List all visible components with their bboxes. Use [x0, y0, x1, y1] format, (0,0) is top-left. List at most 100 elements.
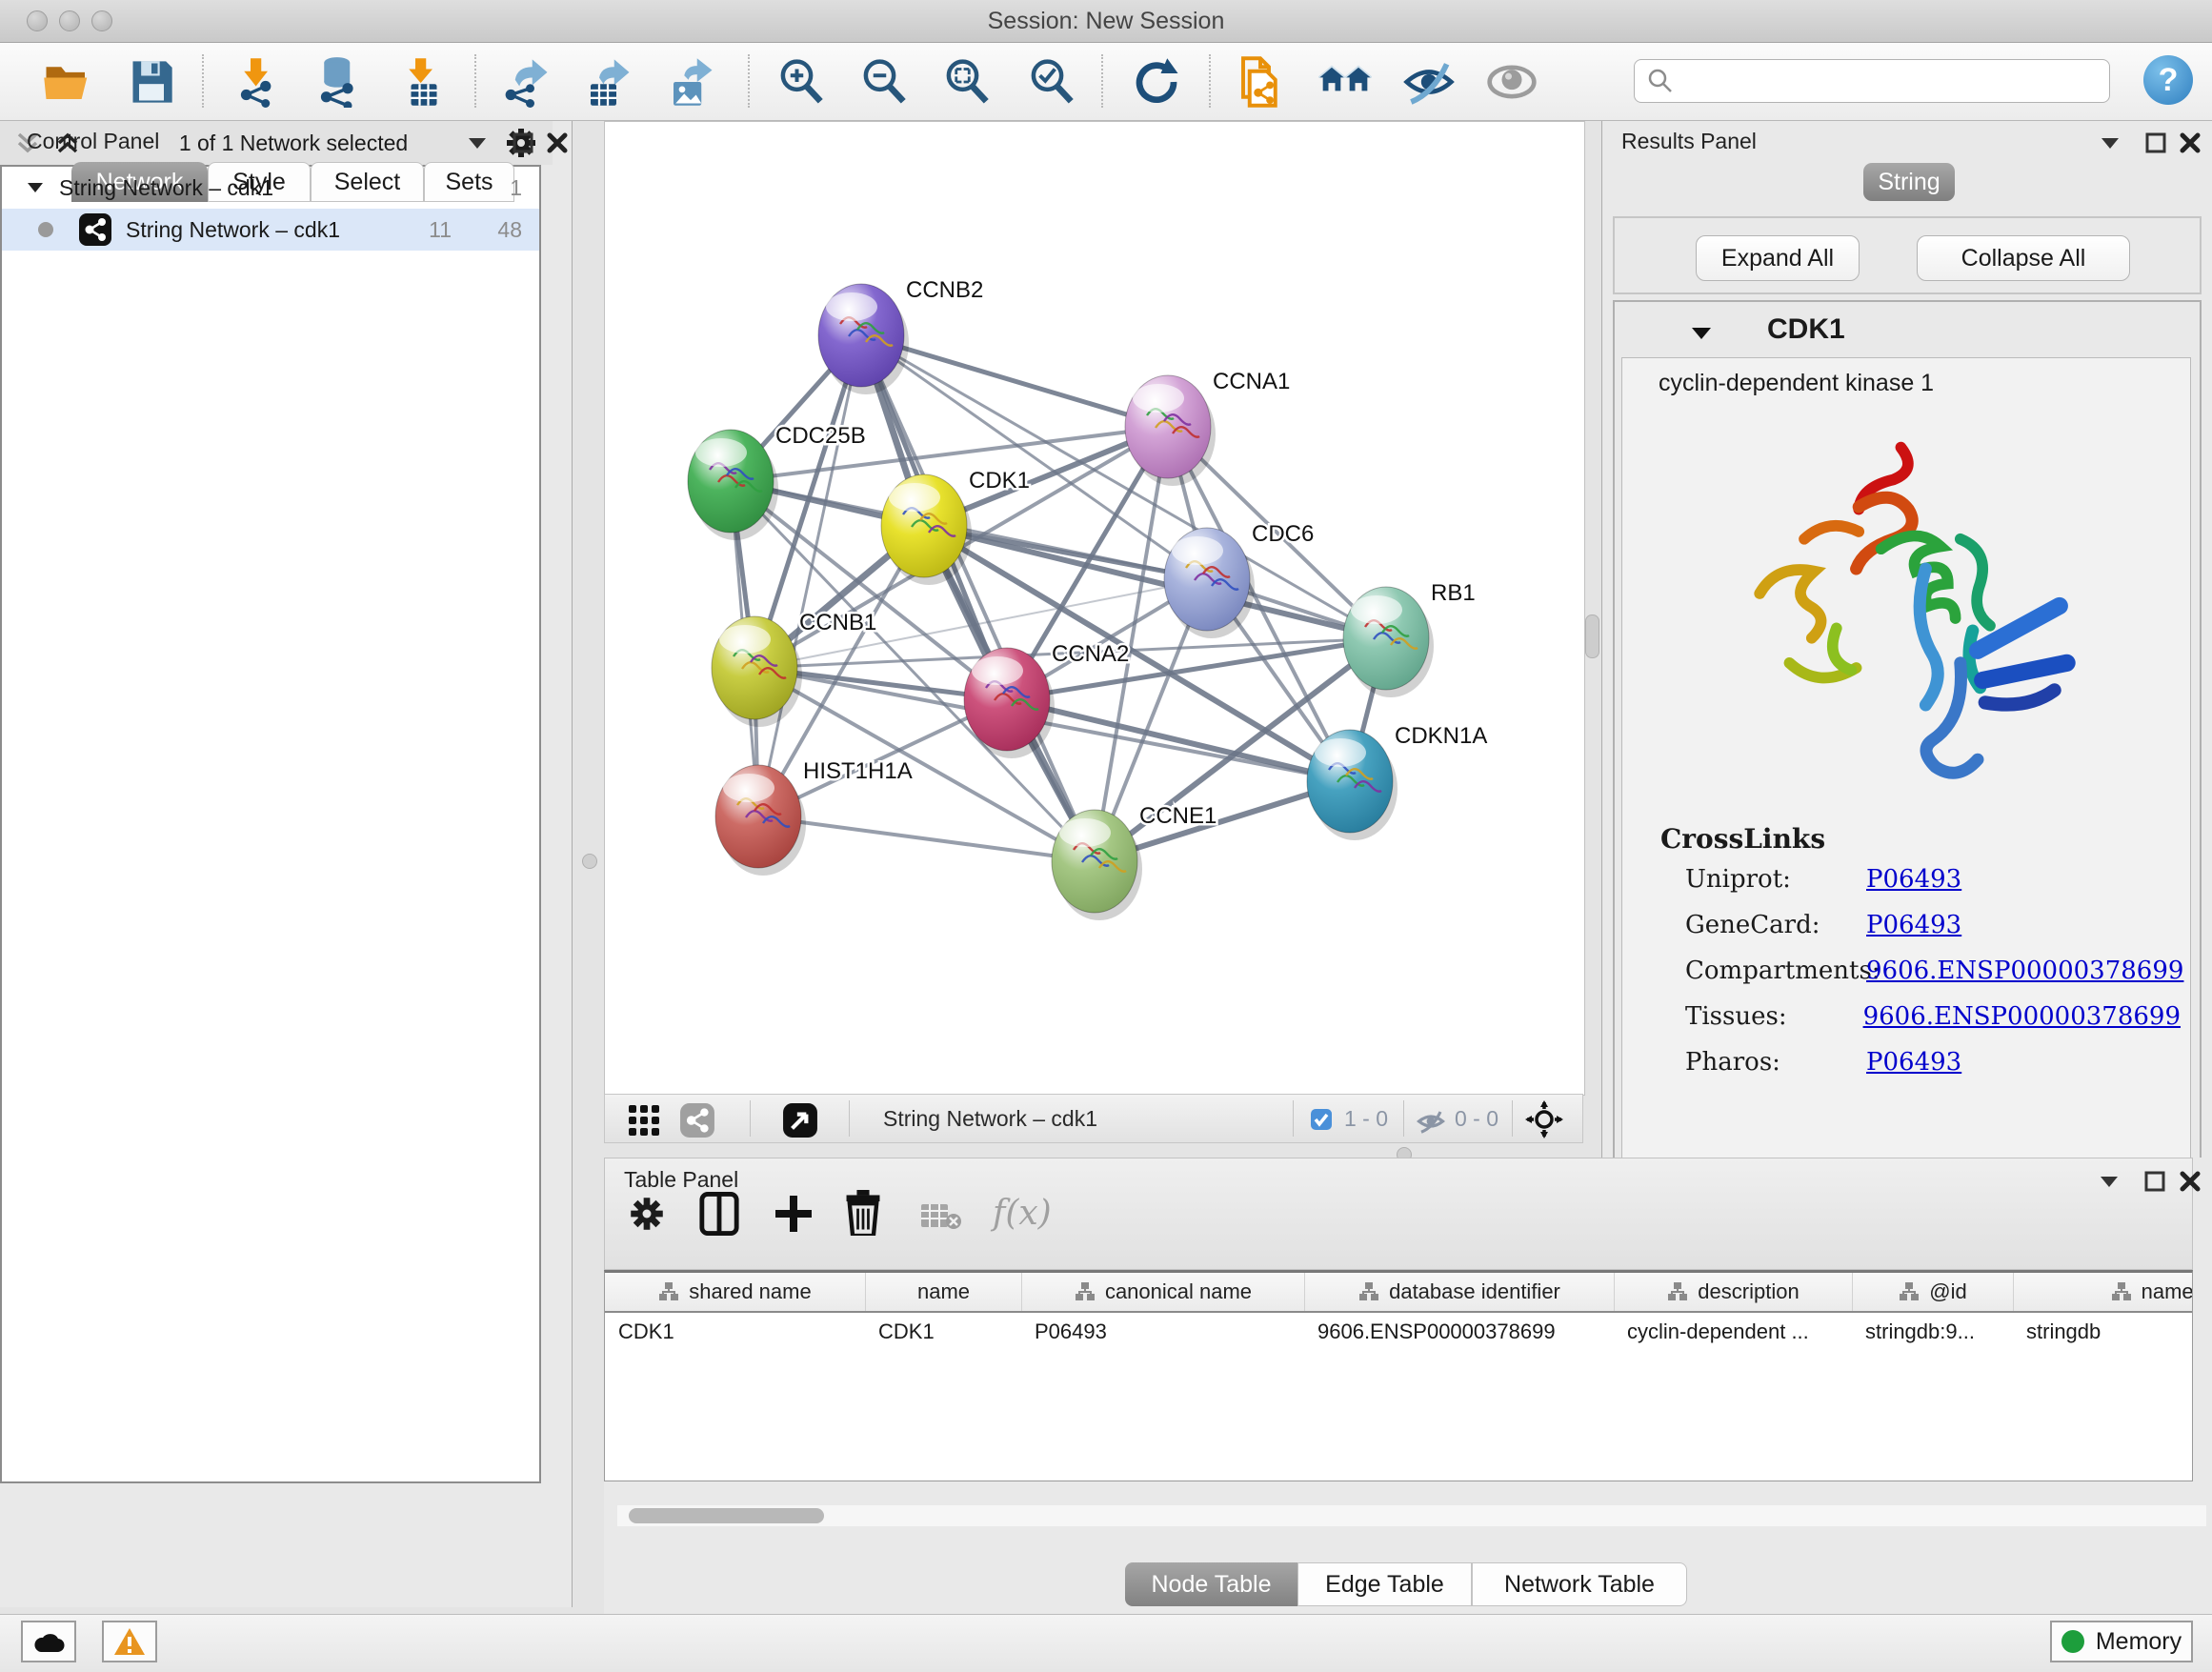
panel-menu-icon[interactable]: [2097, 1169, 2122, 1194]
table-row[interactable]: CDK1CDK1P064939606.ENSP00000378699cyclin…: [605, 1313, 2192, 1351]
reset-layout-button[interactable]: [1317, 54, 1373, 110]
network-node-rb1[interactable]: RB1: [1343, 580, 1476, 697]
network-node-ccna1[interactable]: CCNA1: [1125, 369, 1290, 486]
selected-checkbox-icon[interactable]: [1310, 1108, 1333, 1131]
table-cell[interactable]: 9606.ENSP00000378699: [1304, 1319, 1614, 1344]
import-database-button[interactable]: [312, 54, 367, 110]
export-image-button[interactable]: [663, 54, 718, 110]
network-node-ccne1[interactable]: CCNE1: [1052, 803, 1217, 920]
detach-view-icon[interactable]: [782, 1102, 818, 1138]
column-header[interactable]: database identifier: [1304, 1273, 1614, 1311]
node-label: RB1: [1431, 580, 1476, 606]
table-cell[interactable]: stringdb: [2013, 1319, 2193, 1344]
panel-menu-icon[interactable]: [465, 131, 490, 155]
table-cell[interactable]: P06493: [1021, 1319, 1304, 1344]
node-count: 11: [429, 217, 452, 243]
tab-node-table[interactable]: Node Table: [1125, 1562, 1297, 1606]
separator: [1512, 1100, 1513, 1137]
network-node-cdc25b[interactable]: CDC25B: [688, 423, 866, 540]
save-session-button[interactable]: [124, 54, 179, 110]
network-row-selected[interactable]: String Network – cdk1 11 48: [2, 209, 539, 251]
open-session-button[interactable]: [40, 54, 95, 110]
table-hscrollbar-thumb[interactable]: [629, 1508, 824, 1523]
network-canvas[interactable]: CCNB2 CCNA1 CDC25BCDK1 CDC6 RB1 CCNB1 CCNA2 CDK…: [604, 121, 1585, 1096]
table-settings-gear-icon[interactable]: [629, 1196, 665, 1232]
network-edge[interactable]: [758, 335, 861, 816]
network-share-icon: [78, 212, 112, 247]
panel-float-icon[interactable]: [2142, 1169, 2167, 1194]
crosslink-link[interactable]: P06493: [1866, 865, 1961, 894]
panel-float-icon[interactable]: [2143, 131, 2168, 155]
import-network-button[interactable]: [231, 54, 287, 110]
panel-close-icon[interactable]: [2178, 1169, 2202, 1194]
panel-float-icon[interactable]: [511, 131, 535, 155]
network-collection-row[interactable]: String Network – cdk1 1: [2, 167, 539, 209]
crosslink-link[interactable]: P06493: [1866, 911, 1961, 939]
gene-collapse-icon[interactable]: [1689, 321, 1714, 346]
table-hscrollbar[interactable]: [617, 1505, 2206, 1526]
search-field[interactable]: [1634, 59, 2110, 103]
zoom-fit-button[interactable]: [939, 54, 995, 110]
column-header[interactable]: namespace: [2013, 1273, 2193, 1311]
tab-network-table[interactable]: Network Table: [1472, 1562, 1687, 1606]
show-columns-icon[interactable]: [699, 1192, 739, 1236]
help-button[interactable]: ?: [2143, 55, 2193, 105]
network-share-view-icon[interactable]: [679, 1102, 715, 1138]
table-cell[interactable]: CDK1: [865, 1319, 1021, 1344]
column-header[interactable]: shared name: [605, 1273, 865, 1311]
column-header-label: database identifier: [1389, 1279, 1560, 1304]
column-header[interactable]: canonical name: [1021, 1273, 1304, 1311]
network-edge[interactable]: [758, 816, 1095, 861]
zoom-out-button[interactable]: [856, 54, 912, 110]
string-file-button[interactable]: [1233, 54, 1288, 110]
collapse-all-button[interactable]: Collapse All: [1917, 235, 2130, 281]
export-table-button[interactable]: [580, 54, 635, 110]
tab-string[interactable]: String: [1863, 163, 1955, 201]
node-table[interactable]: shared namenamecanonical name database id…: [604, 1270, 2193, 1481]
network-node-ccna2[interactable]: CCNA2: [964, 641, 1129, 758]
eye-slash-icon: [1402, 55, 1456, 109]
panel-close-icon[interactable]: [2178, 131, 2202, 155]
network-node-ccnb1[interactable]: CCNB1: [712, 610, 876, 727]
network-node-hist1h1a[interactable]: HIST1H1A: [715, 758, 913, 876]
network-node-cdc6[interactable]: CDC6: [1164, 521, 1314, 638]
crosslink-link[interactable]: P06493: [1866, 1048, 1961, 1077]
tab-edge-table[interactable]: Edge Table: [1297, 1562, 1472, 1606]
zoom-selected-button[interactable]: [1024, 54, 1079, 110]
column-header[interactable]: description: [1614, 1273, 1852, 1311]
add-column-icon[interactable]: [774, 1194, 814, 1234]
network-node-ccnb2[interactable]: CCNB2: [818, 277, 983, 394]
table-cell[interactable]: cyclin-dependent ...: [1614, 1319, 1852, 1344]
cloud-button[interactable]: [21, 1621, 76, 1662]
fit-crosshair-icon[interactable]: [1525, 1100, 1563, 1138]
network-graph[interactable]: CCNB2 CCNA1 CDC25BCDK1 CDC6 RB1 CCNB1 CCNA2 CDK…: [605, 122, 1584, 1095]
refresh-button[interactable]: [1129, 54, 1184, 110]
panel-menu-icon[interactable]: [2098, 131, 2122, 155]
column-header[interactable]: @id: [1852, 1273, 2013, 1311]
zoom-in-button[interactable]: [774, 54, 829, 110]
delete-table-icon: [920, 1201, 962, 1230]
memory-button[interactable]: Memory: [2050, 1621, 2193, 1662]
crosslink-link[interactable]: 9606.ENSP00000378699: [1866, 957, 2183, 985]
table-cell[interactable]: CDK1: [605, 1319, 865, 1344]
table-toolbar: f(x): [604, 1158, 2193, 1270]
hide-graphics-button[interactable]: [1401, 54, 1457, 110]
tree-expand-icon[interactable]: [25, 177, 46, 198]
show-graphics-button[interactable]: [1484, 54, 1539, 110]
node-label: CCNA1: [1213, 369, 1290, 394]
vertical-splitter-handle[interactable]: [1585, 614, 1599, 658]
column-header[interactable]: name: [865, 1273, 1021, 1311]
grid-view-icon[interactable]: [628, 1104, 660, 1137]
table-cell[interactable]: stringdb:9...: [1852, 1319, 2013, 1344]
panel-close-icon[interactable]: [545, 131, 570, 155]
expand-all-button[interactable]: Expand All: [1696, 235, 1860, 281]
import-table-button[interactable]: [396, 54, 452, 110]
export-network-button[interactable]: [498, 54, 553, 110]
network-node-cdkn1a[interactable]: CDKN1A: [1307, 723, 1487, 840]
crosslink-label: Pharos:: [1685, 1048, 1866, 1077]
network-node-cdk1[interactable]: CDK1: [881, 468, 1030, 585]
crosslink-link[interactable]: 9606.ENSP00000378699: [1863, 1002, 2181, 1031]
left-splitter-handle[interactable]: [582, 854, 597, 869]
warnings-button[interactable]: [102, 1621, 157, 1662]
delete-column-trash-icon[interactable]: [844, 1190, 882, 1236]
